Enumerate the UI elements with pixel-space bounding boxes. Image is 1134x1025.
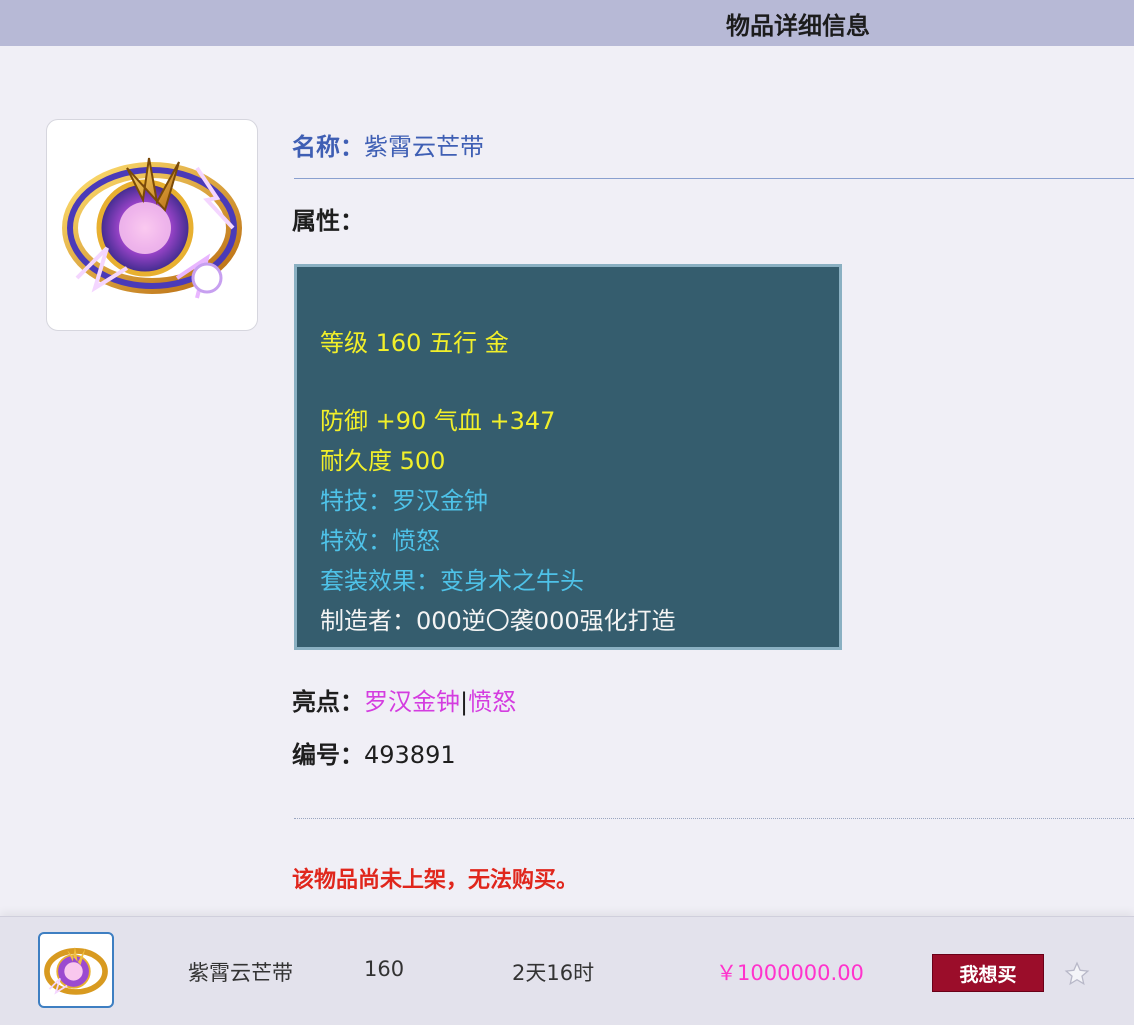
attr-maker: 制造者：000逆〇袭000强化打造 — [320, 607, 676, 635]
attributes-heading: 属性： — [292, 201, 364, 236]
name-label: 名称： — [292, 133, 364, 161]
highlight-effect: 愤怒 — [468, 688, 517, 716]
item-id: 493891 — [364, 741, 456, 769]
attr-set-effect: 套装效果：变身术之牛头 — [320, 567, 584, 595]
page-title: 物品详细信息 — [726, 12, 870, 40]
want-to-buy-button[interactable]: 我想买 — [932, 954, 1044, 992]
item-name: 紫霄云芒带 — [364, 133, 484, 161]
item-name-row: 名称：紫霄云芒带 — [292, 127, 484, 162]
attr-skill: 特技：罗汉金钟 — [320, 487, 488, 515]
star-icon[interactable] — [1064, 961, 1090, 987]
highlights-row: 亮点：罗汉金钟|愤怒 — [292, 682, 516, 717]
page-header: 物品详细信息 — [0, 0, 1134, 46]
belt-item-icon — [62, 157, 242, 299]
section-divider — [294, 818, 1134, 819]
attributes-label: 属性： — [292, 207, 364, 235]
bar-time-left: 2天16时 — [512, 961, 595, 985]
attr-level: 等级 160 五行 金 — [320, 329, 509, 357]
attr-durability: 耐久度 500 — [320, 447, 446, 475]
highlight-separator: | — [460, 688, 469, 716]
id-label: 编号： — [292, 741, 364, 769]
bar-price: ￥1000000.00 — [716, 961, 864, 985]
belt-thumbnail-icon — [44, 946, 108, 995]
attr-defense-hp: 防御 +90 气血 +347 — [320, 407, 556, 435]
name-divider — [294, 178, 1134, 179]
bar-item-level: 160 — [364, 957, 405, 981]
attributes-panel: 等级 160 五行 金 防御 +90 气血 +347 耐久度 500 特技：罗汉… — [294, 264, 842, 650]
item-thumbnail[interactable] — [38, 932, 114, 1008]
highlight-skill: 罗汉金钟 — [364, 688, 460, 716]
attr-effect: 特效：愤怒 — [320, 527, 440, 555]
item-image — [46, 119, 258, 331]
not-listed-notice: 该物品尚未上架，无法购买。 — [292, 868, 579, 893]
item-id-row: 编号：493891 — [292, 735, 456, 770]
bar-item-name: 紫霄云芒带 — [188, 961, 293, 985]
purchase-bar: 紫霄云芒带 160 2天16时 ￥1000000.00 我想买 — [0, 916, 1134, 1025]
highlights-label: 亮点： — [292, 688, 364, 716]
